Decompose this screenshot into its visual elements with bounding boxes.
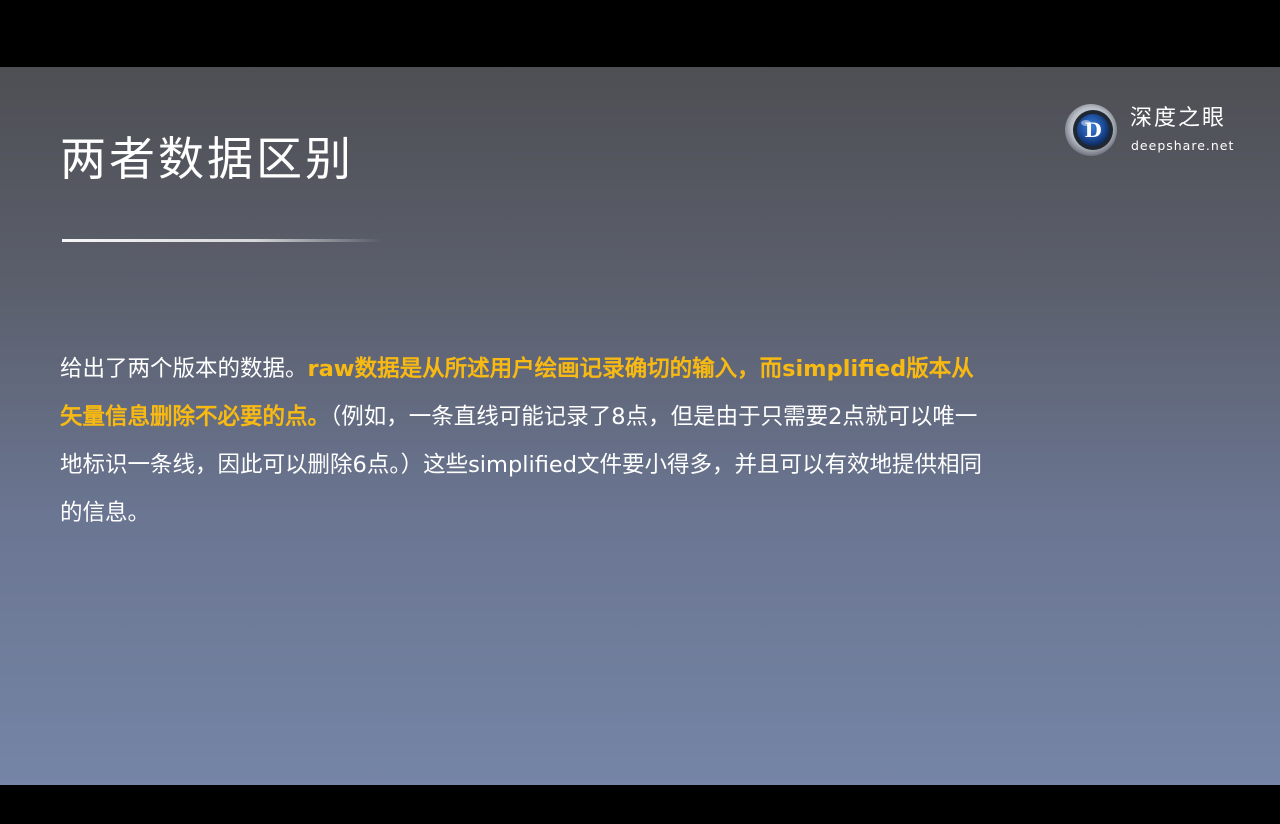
logo: D 深度之眼 deepshare.net (1064, 103, 1254, 159)
paragraph-intro: 给出了两个版本的数据。 (60, 356, 308, 382)
video-frame: 两者数据区别 D 深度之眼 deepshare.net 给出了两个版本的数据。r… (0, 0, 1280, 824)
eye-logo-icon: D (1065, 104, 1117, 156)
title-underline (62, 239, 382, 242)
body-paragraph: 给出了两个版本的数据。raw数据是从所述用户绘画记录确切的输入，而simplif… (60, 345, 990, 537)
logo-domain: deepshare.net (1131, 138, 1235, 153)
logo-mark-letter: D (1084, 118, 1101, 142)
slide-title: 两者数据区别 (60, 132, 354, 186)
logo-name: 深度之眼 (1130, 106, 1227, 131)
slide: 两者数据区别 D 深度之眼 deepshare.net 给出了两个版本的数据。r… (0, 67, 1280, 785)
